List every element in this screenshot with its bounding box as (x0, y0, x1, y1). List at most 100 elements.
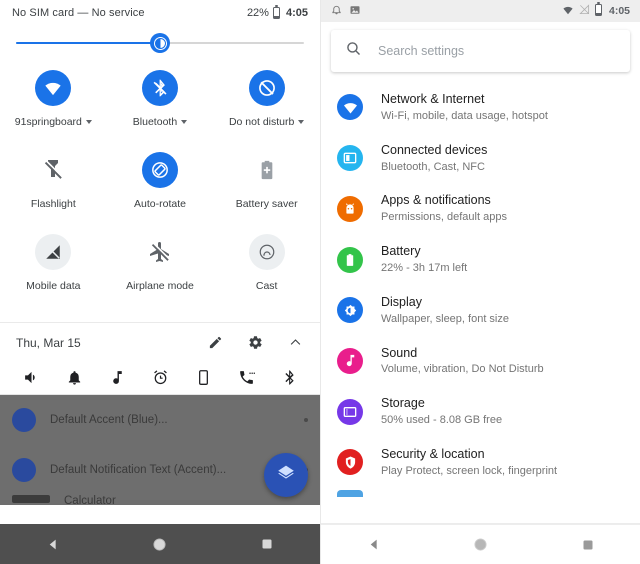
settings-item-subtitle: 22% - 3h 17m left (381, 262, 468, 275)
notification-icon-row (0, 362, 320, 395)
chevron-down-icon[interactable] (181, 120, 188, 124)
settings-item-battery[interactable]: Battery 22% - 3h 17m left (321, 234, 640, 285)
settings-item-text: Storage 50% used - 8.08 GB free (381, 395, 502, 428)
settings-item-title: Security & location (381, 447, 485, 462)
partial-icon (337, 489, 363, 497)
flashlight-off-icon (35, 152, 71, 188)
notification-expand-icon[interactable] (304, 418, 308, 422)
settings-item-partial[interactable] (321, 488, 640, 497)
tile-battery-saver[interactable]: Battery saver (213, 152, 320, 232)
recents-button[interactable] (577, 534, 599, 556)
tile-label-mobile-data: Mobile data (26, 280, 81, 292)
settings-item-subtitle: Volume, vibration, Do Not Disturb (381, 363, 544, 376)
tile-flashlight[interactable]: Flashlight (0, 152, 107, 232)
settings-item-title: Display (381, 294, 422, 309)
chevron-up-icon[interactable] (286, 334, 304, 352)
notification-row[interactable]: Default Accent (Blue)... (0, 395, 320, 445)
search-box[interactable] (331, 30, 630, 72)
search-bar-wrapper (321, 22, 640, 78)
settings-item-title: Sound (381, 345, 418, 360)
brightness-slider-fill (16, 42, 160, 44)
settings-item-title: Storage (381, 396, 425, 411)
tile-cast[interactable]: Cast (213, 234, 320, 314)
brightness-icon (337, 297, 363, 324)
search-input[interactable] (378, 44, 616, 58)
status-system-icons: 4:05 (562, 1, 630, 19)
tile-airplane-mode[interactable]: Airplane mode (107, 234, 214, 314)
call-icon (237, 368, 255, 386)
quick-settings-tiles: 91springboard Bluetooth Do not disturb F… (0, 60, 320, 318)
wifi-icon (562, 4, 574, 19)
settings-item-title: Connected devices (381, 142, 488, 157)
screenshot-root: No SIM card — No service 22% 4:05 91spri… (0, 0, 640, 564)
settings-item-network-internet[interactable]: Network & Internet Wi-Fi, mobile, data u… (321, 82, 640, 133)
settings-item-text: Apps & notifications Permissions, defaul… (381, 192, 507, 225)
tile-mobile-data[interactable]: Mobile data (0, 234, 107, 314)
battery-icon (337, 246, 363, 273)
gear-icon[interactable] (246, 334, 264, 352)
notification-title: Default Accent (Blue)... (50, 414, 168, 426)
clock-label: 4:05 (285, 7, 308, 19)
back-button[interactable] (363, 534, 385, 556)
floating-action-button[interactable] (264, 453, 308, 497)
tile-wifi[interactable]: 91springboard (0, 70, 107, 150)
recents-button[interactable] (256, 533, 278, 555)
brightness-slider-thumb[interactable] (150, 33, 170, 53)
airplane-off-icon (142, 234, 178, 270)
tile-label-do-not-disturb: Do not disturb (229, 116, 305, 128)
chevron-down-icon[interactable] (85, 120, 92, 124)
battery-saver-icon (249, 152, 285, 188)
settings-item-display[interactable]: Display Wallpaper, sleep, font size (321, 285, 640, 336)
settings-item-text: Display Wallpaper, sleep, font size (381, 294, 509, 327)
settings-item-title: Network & Internet (381, 92, 485, 106)
android-icon (337, 195, 363, 222)
autorotate-icon (141, 152, 178, 188)
settings-item-subtitle: 50% used - 8.08 GB free (381, 414, 503, 427)
chevron-down-icon[interactable] (298, 120, 305, 124)
home-button[interactable] (470, 534, 492, 556)
tile-label-auto-rotate: Auto-rotate (134, 198, 186, 210)
carrier-label: No SIM card — No service (12, 7, 145, 19)
settings-item-subtitle: Play Protect, screen lock, fingerprint (381, 464, 558, 477)
settings-item-text: Connected devices Bluetooth, Cast, NFC (381, 142, 487, 175)
alarm-icon (151, 368, 169, 386)
tile-label-airplane-mode: Airplane mode (126, 280, 194, 292)
edit-icon[interactable] (206, 334, 224, 352)
back-button[interactable] (42, 533, 64, 555)
brightness-slider[interactable] (16, 33, 304, 53)
settings-item-title: Apps & notifications (381, 193, 491, 208)
battery-percent-label: 22% (246, 7, 269, 19)
bell-icon (331, 4, 342, 18)
volume-icon (22, 368, 40, 386)
search-icon (345, 40, 362, 62)
image-icon (349, 4, 361, 19)
notification-title: Calculator (64, 495, 116, 505)
tile-bluetooth[interactable]: Bluetooth (107, 70, 214, 150)
settings-item-subtitle: Bluetooth, Cast, NFC (381, 160, 485, 173)
notification-row[interactable]: Calculator (0, 495, 320, 505)
home-button[interactable] (149, 533, 171, 555)
music-note-icon (108, 368, 126, 386)
tile-do-not-disturb[interactable]: Do not disturb (213, 70, 320, 150)
notification-list-dimmed: Default Accent (Blue)... Default Notific… (0, 395, 320, 505)
settings-list: Network & Internet Wi-Fi, mobile, data u… (321, 78, 640, 497)
wifi-icon (337, 94, 363, 121)
settings-item-storage[interactable]: Storage 50% used - 8.08 GB free (321, 386, 640, 437)
brightness-row (0, 26, 320, 60)
app-avatar (12, 495, 50, 503)
settings-item-apps-notifications[interactable]: Apps & notifications Permissions, defaul… (321, 183, 640, 234)
qs-status-right: 22% 4:05 (246, 5, 308, 19)
settings-item-subtitle: Permissions, default apps (381, 211, 507, 224)
status-notif-icons (331, 4, 562, 19)
settings-item-subtitle: Wallpaper, sleep, font size (381, 312, 509, 325)
nav-bar-right (321, 524, 640, 564)
cast-icon (248, 234, 285, 270)
settings-item-text: Sound Volume, vibration, Do Not Disturb (381, 345, 544, 378)
qs-status-bar: No SIM card — No service 22% 4:05 (0, 0, 320, 26)
settings-item-sound[interactable]: Sound Volume, vibration, Do Not Disturb (321, 336, 640, 387)
settings-item-text: Security & location Play Protect, screen… (381, 446, 557, 479)
settings-item-connected-devices[interactable]: Connected devices Bluetooth, Cast, NFC (321, 133, 640, 184)
tile-auto-rotate[interactable]: Auto-rotate (107, 152, 214, 232)
storage-icon (337, 398, 363, 425)
settings-item-security-location[interactable]: Security & location Play Protect, screen… (321, 437, 640, 488)
